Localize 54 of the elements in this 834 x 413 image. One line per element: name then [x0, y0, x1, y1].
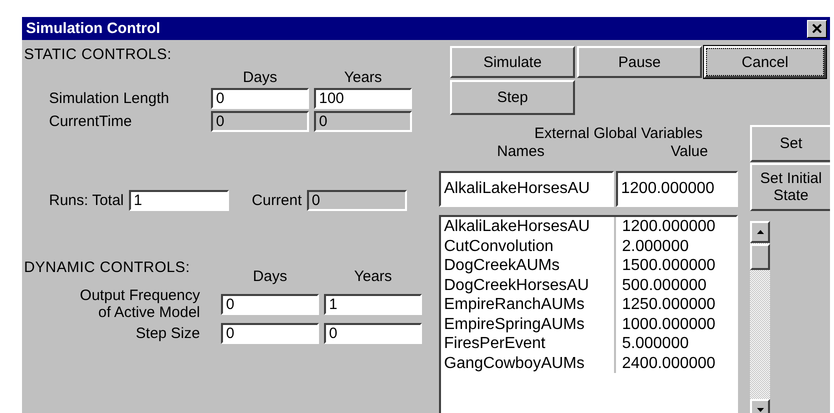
variable-value[interactable]: 5.000000 — [616, 334, 736, 354]
field-label: CurrentTime — [48, 113, 133, 130]
field-label: Current — [252, 192, 302, 209]
column-header: Days — [252, 268, 288, 285]
section-heading: STATIC CONTROLS: — [24, 46, 173, 63]
input-field[interactable]: 0 — [324, 323, 422, 344]
variable-name[interactable]: CutConvolution — [441, 236, 616, 256]
command-button[interactable]: Step — [450, 80, 575, 115]
variable-name[interactable]: EmpireSpringAUMs — [441, 314, 616, 334]
field-label: Output Frequency of Active Model — [78, 287, 201, 321]
input-field[interactable]: 1 — [324, 294, 422, 314]
close-icon — [812, 24, 822, 33]
list-heading: External Global Variables — [533, 125, 704, 143]
field-label: Runs: Total — [49, 192, 124, 209]
scroll-thumb[interactable] — [750, 244, 770, 270]
variable-name[interactable]: EmpireRanchAUMs — [441, 295, 616, 314]
variable-value[interactable]: 1200.000000 — [616, 217, 736, 236]
column-header: Years — [343, 69, 383, 86]
command-button[interactable]: Pause — [577, 46, 702, 78]
section-heading: DYNAMIC CONTROLS: — [24, 259, 190, 276]
up-arrow-icon — [756, 230, 764, 234]
value-field[interactable]: 1200.000000 — [616, 171, 738, 207]
column-header: Names — [497, 143, 545, 161]
column-header: Days — [242, 69, 278, 86]
input-field[interactable]: 0 — [221, 323, 319, 344]
variable-name[interactable]: GangCowboyAUMs — [441, 354, 616, 373]
command-button[interactable]: Simulate — [450, 46, 575, 78]
down-arrow-icon — [756, 408, 764, 412]
input-field[interactable]: 0 — [211, 88, 309, 109]
variable-name[interactable]: DogCreekAUMs — [441, 256, 616, 276]
side-button[interactable]: Set — [750, 125, 830, 162]
column-header: Years — [353, 268, 393, 285]
field-label: Step Size — [134, 325, 201, 342]
column-header: Value — [670, 143, 708, 161]
input-field[interactable]: 100 — [314, 88, 412, 109]
variable-value[interactable]: 1250.000000 — [616, 295, 736, 314]
window-title: Simulation Control — [26, 20, 160, 37]
variable-name[interactable]: FiresPerEvent — [441, 334, 616, 354]
name-field[interactable]: AlkaliLakeHorsesAU — [439, 171, 614, 207]
variable-name[interactable]: DogCreekHorsesAU — [441, 276, 616, 295]
variable-value[interactable]: 500.000000 — [616, 276, 736, 295]
variable-value[interactable]: 1500.000000 — [616, 256, 736, 276]
variable-value[interactable]: 2.000000 — [616, 236, 736, 256]
scrollbar[interactable] — [750, 221, 770, 413]
field-label: Simulation Length — [48, 90, 170, 107]
side-button[interactable]: Set Initial State — [750, 163, 830, 211]
variable-value[interactable]: 1000.000000 — [616, 314, 736, 334]
close-button[interactable] — [807, 20, 827, 38]
variable-value[interactable]: 2400.000000 — [616, 354, 736, 373]
input-field[interactable]: 1 — [128, 190, 229, 211]
input-field[interactable]: 0 — [221, 294, 319, 314]
scroll-up-button[interactable] — [750, 221, 770, 243]
command-button[interactable]: Cancel — [704, 46, 826, 78]
variable-name[interactable]: AlkaliLakeHorsesAU — [441, 217, 616, 236]
